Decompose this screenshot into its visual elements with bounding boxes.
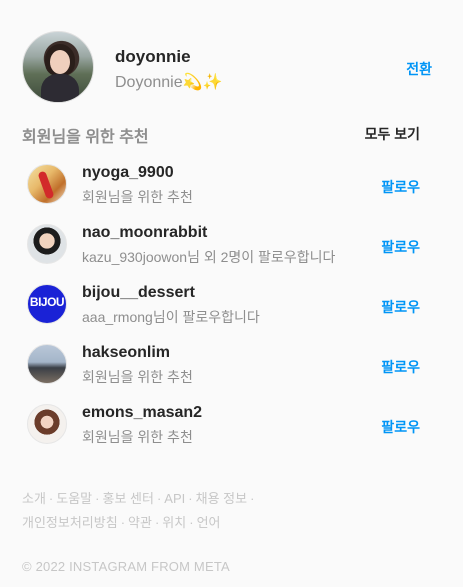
follow-button[interactable]: 팔로우 <box>381 417 420 437</box>
avatar[interactable] <box>27 344 67 384</box>
suggestions-header: 회원님을 위한 추천 모두 보기 <box>22 123 420 146</box>
footer-link-terms[interactable]: 약관 <box>128 515 152 530</box>
footer-links-line-2: 개인정보처리방침 · 약관 · 위치 · 언어 <box>22 511 322 535</box>
see-all-button[interactable]: 모두 보기 <box>365 124 420 144</box>
avatar[interactable] <box>27 404 67 444</box>
separator: · <box>156 491 162 506</box>
avatar-body <box>41 74 79 102</box>
suggestion-subtitle: kazu_930joowon님 외 2명이 팔로우합니다 <box>82 249 336 265</box>
footer-link-help[interactable]: 도움말 <box>56 491 92 506</box>
footer-links-line-1: 소개 · 도움말 · 홍보 센터 · API · 채용 정보 · <box>22 487 322 511</box>
list-item: nyoga_9900 회원님을 위한 추천 팔로우 <box>27 163 420 223</box>
list-item: emons_masan2 회원님을 위한 추천 팔로우 <box>27 403 420 463</box>
separator: · <box>154 515 160 530</box>
avatar[interactable] <box>27 224 67 264</box>
suggestion-username[interactable]: hakseonlim <box>82 344 170 362</box>
footer-link-language[interactable]: 언어 <box>197 515 221 530</box>
footer-link-privacy[interactable]: 개인정보처리방침 <box>22 515 118 530</box>
separator: · <box>188 491 193 506</box>
separator: · <box>250 491 255 506</box>
avatar-logo-text: BIJOU <box>29 295 65 309</box>
suggestions-title: 회원님을 위한 추천 <box>22 129 149 146</box>
suggestion-subtitle: 회원님을 위한 추천 <box>82 189 193 205</box>
separator: · <box>48 491 54 506</box>
follow-button[interactable]: 팔로우 <box>381 237 420 257</box>
separator: · <box>189 515 194 530</box>
copyright: © 2022 INSTAGRAM FROM META <box>22 559 230 574</box>
avatar[interactable] <box>22 31 94 103</box>
profile-full-name: Doyonnie💫✨ <box>115 74 223 91</box>
profile-username[interactable]: doyonnie <box>115 47 191 67</box>
footer-link-press[interactable]: 홍보 센터 <box>103 491 154 506</box>
separator: · <box>120 515 126 530</box>
list-item: hakseonlim 회원님을 위한 추천 팔로우 <box>27 343 420 403</box>
suggestion-subtitle: aaa_rmong님이 팔로우합니다 <box>82 309 260 325</box>
footer-link-jobs[interactable]: 채용 정보 <box>196 491 247 506</box>
follow-button[interactable]: 팔로우 <box>381 177 420 197</box>
suggestions-list: nyoga_9900 회원님을 위한 추천 팔로우 nao_moonrabbit… <box>27 163 420 463</box>
suggestion-subtitle: 회원님을 위한 추천 <box>82 369 193 385</box>
list-item: BIJOU bijou__dessert aaa_rmong님이 팔로우합니다 … <box>27 283 420 343</box>
suggestion-subtitle: 회원님을 위한 추천 <box>82 429 193 445</box>
list-item: nao_moonrabbit kazu_930joowon님 외 2명이 팔로우… <box>27 223 420 283</box>
suggestion-username[interactable]: nyoga_9900 <box>82 164 174 182</box>
suggestion-username[interactable]: emons_masan2 <box>82 404 202 422</box>
footer-link-locations[interactable]: 위치 <box>162 515 186 530</box>
current-user-profile: doyonnie Doyonnie💫✨ 전환 <box>22 31 432 103</box>
footer-links: 소개 · 도움말 · 홍보 센터 · API · 채용 정보 · 개인정보처리방침 · 약관 · 위치 · 언… <box>22 487 322 535</box>
separator: · <box>95 491 100 506</box>
suggestion-username[interactable]: bijou__dessert <box>82 284 195 302</box>
avatar[interactable] <box>27 164 67 204</box>
follow-button[interactable]: 팔로우 <box>381 297 420 317</box>
footer-link-api[interactable]: API <box>164 491 185 506</box>
switch-account-button[interactable]: 전환 <box>406 59 432 79</box>
suggestion-username[interactable]: nao_moonrabbit <box>82 224 207 242</box>
footer-link-about[interactable]: 소개 <box>22 491 46 506</box>
avatar[interactable]: BIJOU <box>27 284 67 324</box>
avatar-face <box>50 50 70 74</box>
follow-button[interactable]: 팔로우 <box>381 357 420 377</box>
